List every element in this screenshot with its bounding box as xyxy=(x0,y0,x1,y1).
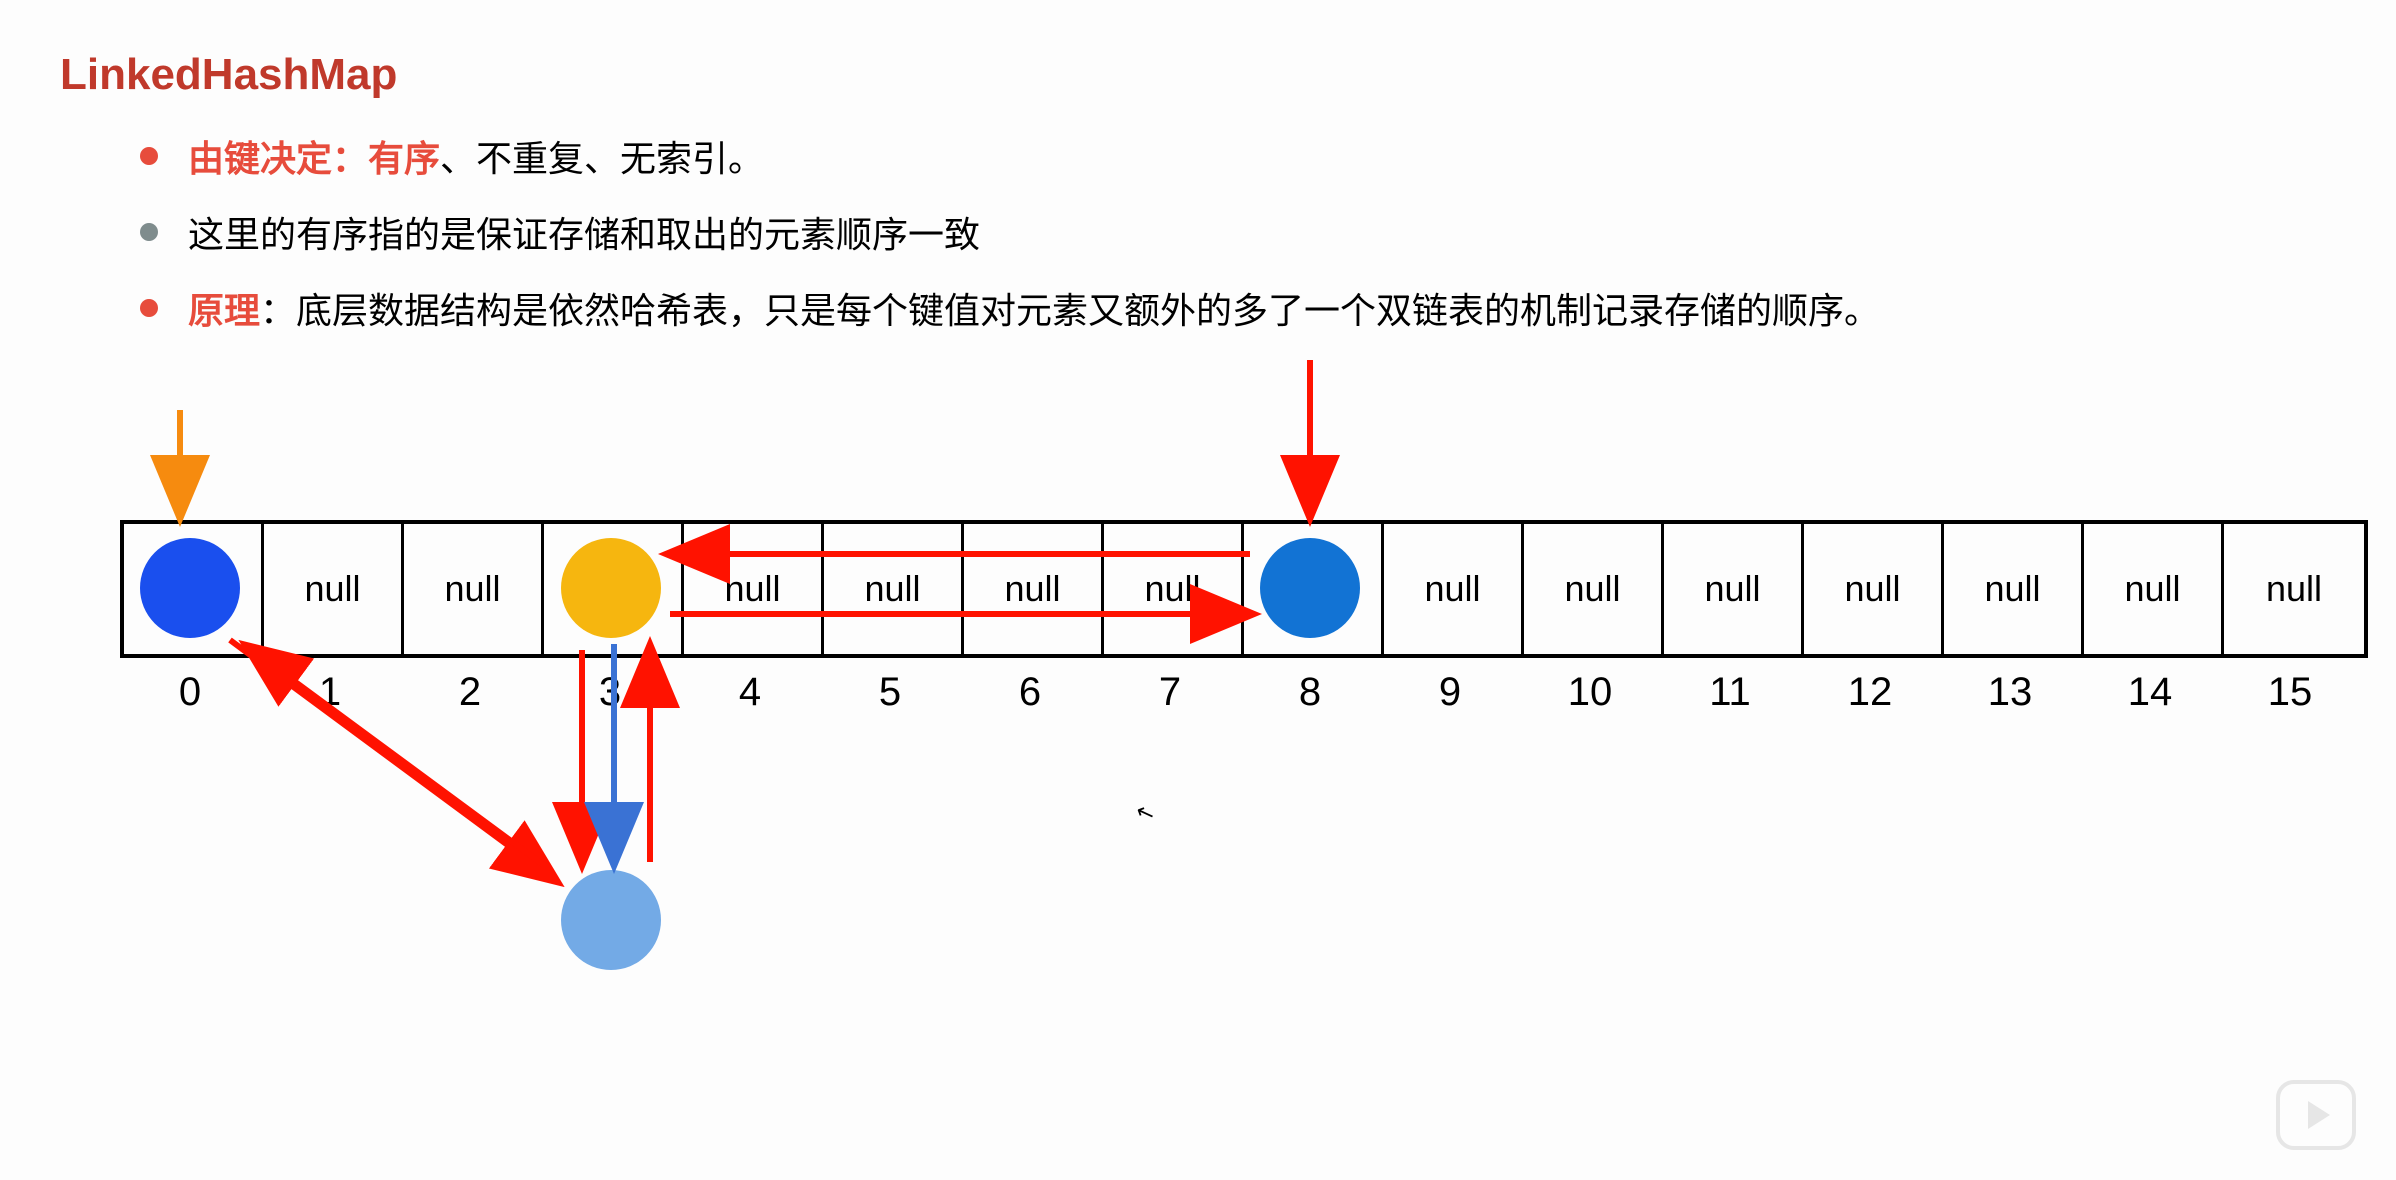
table-cell: null xyxy=(1664,524,1804,654)
bullet-black-part: ：底层数据结构是依然哈希表，只是每个键值对元素又额外的多了一个双链表的机制记录存… xyxy=(260,290,1880,331)
index-label: 13 xyxy=(1940,670,2080,715)
index-label: 14 xyxy=(2080,670,2220,715)
bullet-list: 由键决定：有序、不重复、无索引。 这里的有序指的是保证存储和取出的元素顺序一致 … xyxy=(140,130,1880,358)
table-cell: null xyxy=(2224,524,2364,654)
table-cell: null xyxy=(964,524,1104,654)
index-label: 1 xyxy=(260,670,400,715)
table-cell: null xyxy=(1524,524,1664,654)
index-label: 2 xyxy=(400,670,540,715)
bullet-text: 这里的有序指的是保证存储和取出的元素顺序一致 xyxy=(188,206,980,258)
bullet-3: 原理：底层数据结构是依然哈希表，只是每个键值对元素又额外的多了一个双链表的机制记… xyxy=(140,282,1880,334)
table-cell: null xyxy=(1104,524,1244,654)
index-label: 10 xyxy=(1520,670,1660,715)
index-label: 6 xyxy=(960,670,1100,715)
node-circle-0 xyxy=(140,538,240,638)
index-label: 4 xyxy=(680,670,820,715)
table-row: nullnullnullnullnullnullnullnullnullnull… xyxy=(120,520,2368,658)
bullet-text: 原理：底层数据结构是依然哈希表，只是每个键值对元素又额外的多了一个双链表的机制记… xyxy=(188,282,1880,334)
table-cell: null xyxy=(2084,524,2224,654)
bullet-dot-icon xyxy=(140,223,158,241)
bullet-red-part: 由键决定：有序 xyxy=(188,138,440,179)
hash-table-diagram: nullnullnullnullnullnullnullnullnullnull… xyxy=(120,520,2368,715)
bullet-dot-icon xyxy=(140,147,158,165)
table-cell: null xyxy=(1384,524,1524,654)
index-row: 0123456789101112131415 xyxy=(120,670,2368,715)
index-label: 8 xyxy=(1240,670,1380,715)
index-label: 11 xyxy=(1660,670,1800,715)
bullet-text: 由键决定：有序、不重复、无索引。 xyxy=(188,130,764,182)
table-cell: null xyxy=(1804,524,1944,654)
index-label: 3 xyxy=(540,670,680,715)
index-label: 12 xyxy=(1800,670,1940,715)
index-label: 0 xyxy=(120,670,260,715)
index-label: 15 xyxy=(2220,670,2360,715)
bullet-1: 由键决定：有序、不重复、无索引。 xyxy=(140,130,1880,182)
bullet-2: 这里的有序指的是保证存储和取出的元素顺序一致 xyxy=(140,206,1880,258)
table-cell: null xyxy=(264,524,404,654)
table-cell: null xyxy=(1944,524,2084,654)
node-circle-8 xyxy=(1260,538,1360,638)
node-circle-3 xyxy=(561,538,661,638)
index-label: 7 xyxy=(1100,670,1240,715)
table-cell: null xyxy=(824,524,964,654)
cursor-icon: ↖ xyxy=(1132,798,1158,829)
bullet-black-part: 、不重复、无索引。 xyxy=(440,138,764,179)
page-title: LinkedHashMap xyxy=(60,50,397,100)
play-icon[interactable] xyxy=(2276,1080,2356,1150)
node-circle-chain xyxy=(561,870,661,970)
index-label: 5 xyxy=(820,670,960,715)
bullet-dot-icon xyxy=(140,299,158,317)
table-cell: null xyxy=(684,524,824,654)
table-cell: null xyxy=(404,524,544,654)
index-label: 9 xyxy=(1380,670,1520,715)
bullet-red-part: 原理 xyxy=(188,290,260,331)
